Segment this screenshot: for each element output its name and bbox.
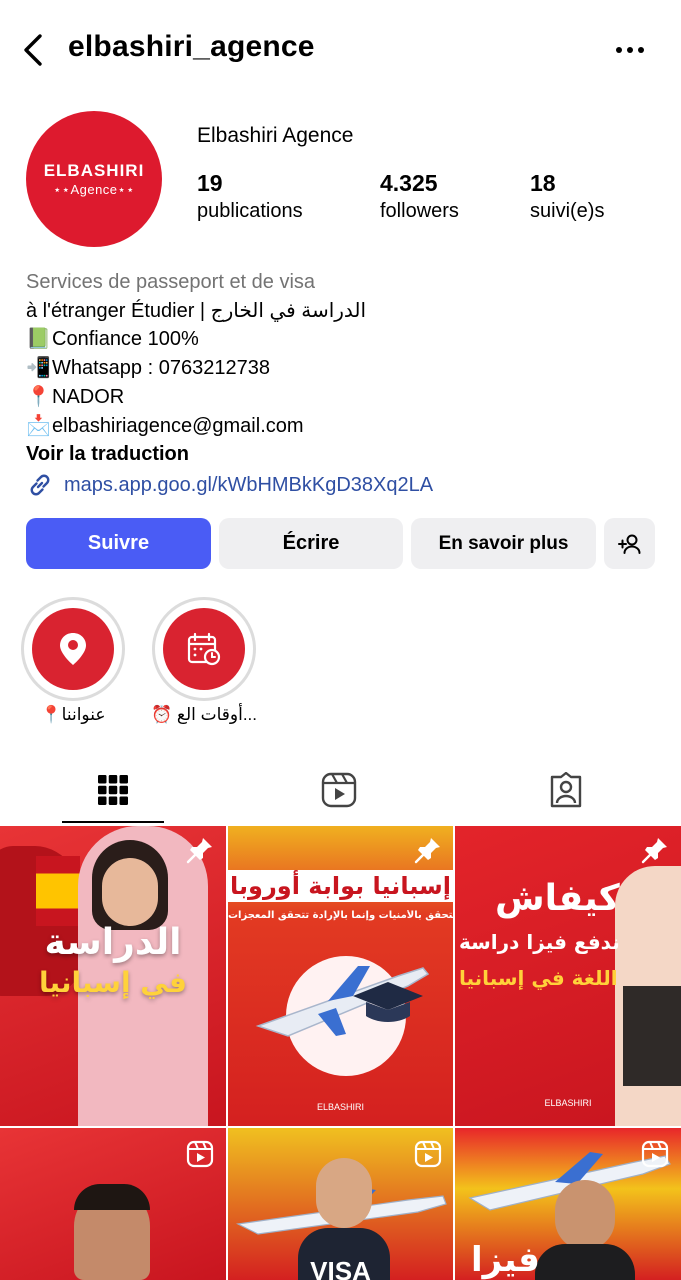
stat-label: followers <box>380 200 459 222</box>
link-icon <box>30 474 50 496</box>
profile-username: elbashiri_agence <box>68 30 315 63</box>
top-bar: elbashiri_agence <box>0 0 681 100</box>
pin-icon <box>186 838 212 864</box>
book-icon: 📗 <box>26 328 51 351</box>
bio-line: 📩elbashiriagence@gmail.com <box>26 412 666 441</box>
person-face <box>316 1158 372 1228</box>
flag <box>36 856 80 926</box>
bio: Services de passeport et de visa à l'étr… <box>26 268 666 500</box>
bio-text: NADOR <box>52 385 125 408</box>
post-title: الدراسة <box>44 922 182 963</box>
calendar-clock-icon <box>187 632 221 666</box>
reels-icon <box>414 1140 442 1168</box>
tab-reels[interactable] <box>319 770 359 810</box>
graduation-cap-icon <box>353 982 423 1022</box>
stat-value: 4.325 <box>380 170 438 196</box>
post-subtitle: اللغة في إسبانيا <box>459 966 618 990</box>
bio-category: Services de passeport et de visa <box>26 271 316 293</box>
pin-icon <box>414 838 440 864</box>
bio-line: à l'étranger Étudier | الدراسة في الخارج <box>26 299 367 322</box>
follow-button[interactable]: Suivre <box>26 518 211 569</box>
post-tile[interactable] <box>0 1128 226 1280</box>
see-translation-link[interactable]: Voir la traduction <box>26 440 666 469</box>
person-face <box>555 1180 615 1250</box>
active-tab-indicator <box>62 821 164 823</box>
tab-grid[interactable] <box>93 770 133 810</box>
phone-icon: 📲 <box>26 357 51 380</box>
person-face <box>102 858 158 926</box>
highlight-hours[interactable] <box>152 597 256 701</box>
stat-following[interactable]: 18 suivi(e)s <box>530 170 604 223</box>
highlight-address[interactable] <box>21 597 125 701</box>
grid-icon <box>98 775 128 805</box>
posts-grid: الدراسة في إسبانيا إسبانيا بوابة أوروبا … <box>0 826 681 1280</box>
books <box>623 986 681 1086</box>
post-title: كيفاش <box>495 878 620 919</box>
add-person-icon <box>617 534 640 554</box>
avatar-logo-name: ELBASHIRI <box>43 160 145 180</box>
bio-text: Whatsapp : 0763212738 <box>52 357 270 380</box>
tab-tagged[interactable] <box>546 770 586 810</box>
post-footer: ELBASHIRI <box>316 1102 365 1112</box>
bio-line: 📲Whatsapp : 0763212738 <box>26 354 666 383</box>
post-tile[interactable]: فيزا <box>455 1128 681 1280</box>
post-title: VISA <box>310 1256 371 1280</box>
learn-more-button[interactable]: En savoir plus <box>411 518 596 569</box>
location-pin-icon: 📍 <box>26 385 51 408</box>
post-tile[interactable]: VISA <box>228 1128 453 1280</box>
post-subtitle: النجاح لا يتحقق بالأمنيات وإنما بالإرادة… <box>228 910 453 921</box>
location-pin-icon <box>60 633 86 665</box>
post-tile[interactable]: إسبانيا بوابة أوروبا النجاح لا يتحقق بال… <box>228 826 453 1126</box>
post-title: إسبانيا بوابة أوروبا <box>228 870 453 902</box>
display-name: Elbashiri Agence <box>197 124 354 147</box>
post-tile[interactable]: كيفاش ندفع فيزا دراسة اللغة في إسبانيا E… <box>455 826 681 1126</box>
reels-icon <box>321 772 357 808</box>
suggest-users-button[interactable] <box>604 518 655 569</box>
post-tile[interactable]: الدراسة في إسبانيا <box>0 826 226 1126</box>
highlight-label: ⏰ أوقات الع... <box>151 705 257 724</box>
bio-link-text: maps.app.goo.gl/kWbHMBkKgD38Xq2LA <box>64 473 434 496</box>
bio-link[interactable]: maps.app.goo.gl/kWbHMBkKgD38Xq2LA <box>26 471 666 500</box>
post-subtitle: في إسبانيا <box>39 966 187 999</box>
avatar-logo-subtitle: ⋆⋆Agence⋆⋆ <box>53 181 135 197</box>
stat-value: 19 <box>197 170 223 196</box>
stat-label: suivi(e)s <box>530 200 605 222</box>
bio-line: 📍NADOR <box>26 383 666 412</box>
stat-label: publications <box>197 200 303 222</box>
envelope-icon: 📩 <box>26 414 51 437</box>
stat-followers[interactable]: 4.325 followers <box>380 170 459 223</box>
post-title: فيزا <box>471 1240 540 1280</box>
more-horizontal-icon[interactable] <box>614 38 646 62</box>
stat-publications[interactable]: 19 publications <box>197 170 303 223</box>
reels-icon <box>186 1140 214 1168</box>
bio-text: Confiance 100% <box>52 328 199 351</box>
chevron-left-icon[interactable] <box>18 32 48 68</box>
stat-value: 18 <box>530 170 556 196</box>
bio-line: 📗Confiance 100% <box>26 325 666 354</box>
message-button[interactable]: Écrire <box>219 518 403 569</box>
post-footer: ELBASHIRI <box>544 1098 592 1108</box>
avatar[interactable]: ELBASHIRI ⋆⋆Agence⋆⋆ <box>26 111 162 247</box>
highlight-label: 📍عنواننا <box>40 705 106 724</box>
reels-icon <box>641 1140 669 1168</box>
highlight-cover <box>163 608 245 690</box>
bio-text: elbashiriagence@gmail.com <box>52 414 304 437</box>
post-subtitle: ندفع فيزا دراسة <box>459 930 620 954</box>
highlight-cover <box>32 608 114 690</box>
person-hair <box>74 1184 150 1210</box>
pin-icon <box>641 838 667 864</box>
tagged-person-icon <box>550 772 582 808</box>
